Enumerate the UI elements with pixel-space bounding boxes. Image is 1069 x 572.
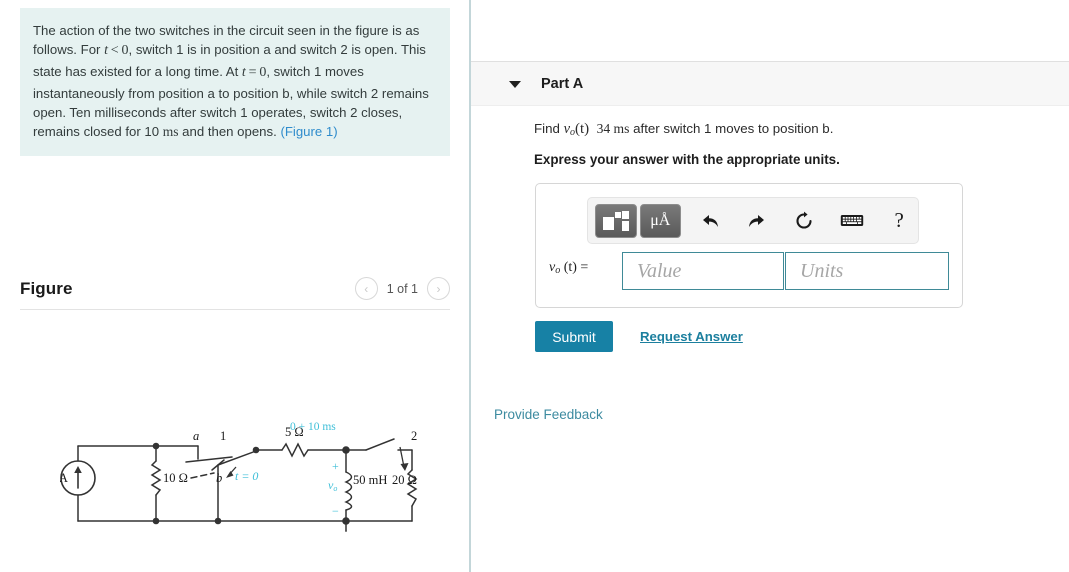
circuit-vo-label: vo — [328, 478, 337, 493]
figure-counter: 1 of 1 — [386, 281, 418, 296]
circuit-switch1-label: 1 — [220, 429, 226, 443]
figure-header: Figure ‹ 1 of 1 › — [20, 275, 450, 309]
math-ms-unit: ms — [162, 124, 179, 140]
question-suffix: after switch 1 moves to position b. — [629, 121, 834, 136]
circuit-plus-sign: + — [332, 459, 339, 473]
answer-label-subscript: o — [555, 265, 561, 276]
figure-link[interactable]: (Figure 1) — [280, 124, 337, 139]
question-argument: (t) — [575, 121, 590, 137]
answer-panel: Part A Find vo(t) 34 ms after switch 1 m… — [471, 0, 1069, 572]
page-root: The action of the two switches in the ci… — [0, 0, 1069, 572]
problem-text-4: and then opens. — [178, 124, 281, 140]
answer-instruction: Express your answer with the appropriate… — [534, 152, 840, 167]
question-prefix: Find — [534, 121, 564, 136]
question-text: Find vo(t) 34 ms after switch 1 moves to… — [534, 121, 833, 138]
circuit-inductor-label: 50 mH — [353, 473, 387, 487]
problem-statement: The action of the two switches in the ci… — [20, 8, 450, 157]
units-micro-angstrom-icon[interactable]: μÅ — [639, 203, 682, 238]
math-zero-1: 0 — [121, 43, 129, 59]
value-input[interactable] — [622, 252, 784, 290]
circuit-switch2-timing-label: 0 + 10 ms — [290, 421, 336, 433]
problem-panel: The action of the two switches in the ci… — [0, 0, 470, 572]
undo-icon[interactable] — [691, 204, 729, 238]
circuit-diagram: 15 A 10 Ω 5 Ω 50 mH 20 Ω a b 1 2 t = 0 0… — [60, 418, 430, 543]
answer-label-rest: (t) = — [563, 260, 589, 275]
triangle-down-icon[interactable] — [509, 81, 521, 88]
circuit-r1-label: 10 Ω — [163, 471, 188, 485]
circuit-minus-sign: − — [332, 504, 339, 518]
circuit-switch2-label: 2 — [411, 429, 417, 443]
chevron-right-icon[interactable]: › — [427, 277, 450, 300]
figure-divider — [20, 309, 450, 310]
circuit-terminal-a: a — [193, 429, 199, 443]
circuit-terminal-b: b — [216, 471, 222, 485]
answer-field-label: vo (t) = — [549, 260, 588, 276]
reset-icon[interactable] — [786, 204, 824, 238]
chevron-left-icon[interactable]: ‹ — [354, 277, 378, 300]
figure-navigation: ‹ 1 of 1 › — [354, 277, 450, 300]
part-a-title: Part A — [541, 76, 584, 92]
keyboard-icon[interactable] — [833, 204, 871, 238]
answer-toolbar: μÅ ? — [587, 197, 919, 244]
figure-title: Figure — [20, 279, 73, 298]
question-time: 34 ms — [596, 121, 630, 136]
request-answer-link[interactable]: Request Answer — [640, 329, 743, 344]
help-icon[interactable]: ? — [880, 204, 918, 238]
submit-button[interactable]: Submit — [535, 321, 613, 352]
template-layout-icon[interactable] — [595, 203, 637, 238]
math-eq: = — [245, 64, 260, 80]
part-a-header[interactable]: Part A — [471, 61, 1069, 106]
units-input[interactable] — [785, 252, 949, 290]
circuit-source-label: 15 A — [60, 471, 68, 485]
provide-feedback-link[interactable]: Provide Feedback — [494, 407, 603, 422]
answer-entry-box: μÅ ? vo (t) = Value Units — [535, 183, 963, 308]
math-lt: < — [107, 43, 122, 59]
circuit-t-zero-label: t = 0 — [235, 469, 258, 483]
circuit-r3-label: 20 Ω — [392, 473, 417, 487]
redo-icon[interactable] — [738, 204, 776, 238]
